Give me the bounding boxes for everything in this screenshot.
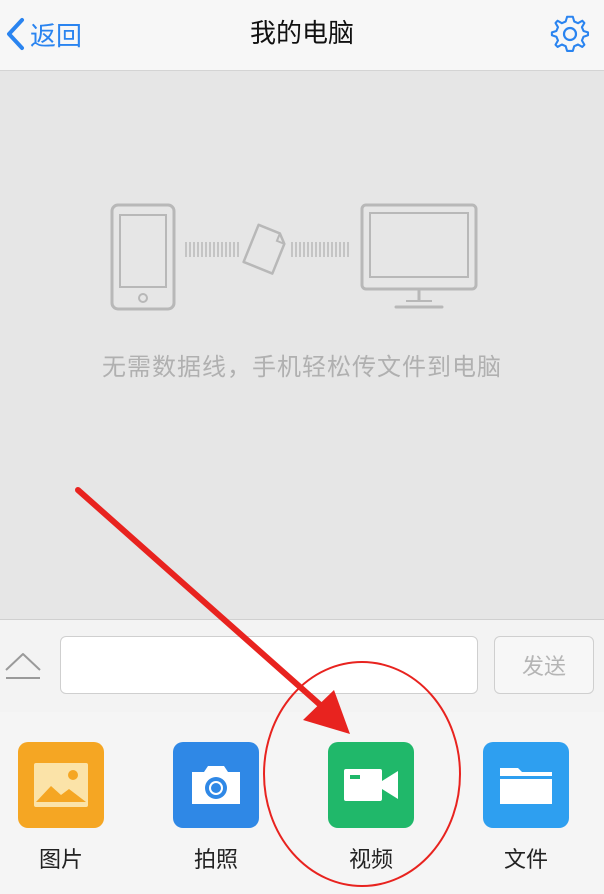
tool-files[interactable]: 文件 <box>481 742 571 874</box>
tool-images[interactable]: 图片 <box>16 742 106 874</box>
main-area: 无需数据线，手机轻松传文件到电脑 <box>0 71 604 619</box>
folder-icon <box>500 768 552 804</box>
video-tile[interactable] <box>328 742 414 828</box>
monitor-icon <box>360 203 478 309</box>
tool-label: 图片 <box>38 848 83 873</box>
tool-label: 拍照 <box>193 848 238 873</box>
hint-text: 无需数据线，手机轻松传文件到电脑 <box>102 353 502 381</box>
tool-label: 文件 <box>503 848 548 873</box>
document-icon <box>242 223 286 275</box>
video-camera-icon <box>344 769 398 801</box>
folder-tile[interactable] <box>483 742 569 828</box>
input-bar: 发送 <box>0 619 604 713</box>
send-button[interactable]: 发送 <box>494 636 594 694</box>
gear-icon[interactable] <box>550 14 590 54</box>
message-input[interactable] <box>60 636 478 694</box>
tool-camera[interactable]: 拍照 <box>171 742 261 874</box>
chevron-up-icon[interactable] <box>2 644 44 686</box>
page-title: 我的电脑 <box>249 19 354 49</box>
image-tile[interactable] <box>18 742 104 828</box>
tool-label: 视频 <box>348 848 393 873</box>
image-icon <box>34 763 88 807</box>
tool-video[interactable]: 视频 <box>326 742 416 874</box>
camera-icon <box>192 766 240 804</box>
phone-icon <box>110 203 176 311</box>
camera-tile[interactable] <box>173 742 259 828</box>
transfer-dots <box>185 242 349 257</box>
attachment-toolbar: 图片 拍照 视频 文件 <box>0 712 604 894</box>
navigation-bar: 返回 我的电脑 <box>0 0 604 71</box>
